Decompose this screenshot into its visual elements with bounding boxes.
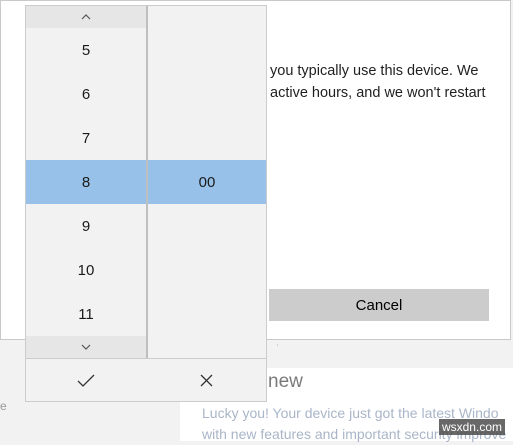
dismiss-button[interactable] bbox=[146, 359, 266, 402]
section-heading: new bbox=[268, 371, 303, 392]
hour-option-7[interactable]: 7 bbox=[26, 116, 146, 160]
hour-option-6[interactable]: 6 bbox=[26, 72, 146, 116]
close-icon bbox=[200, 374, 212, 387]
hour-column[interactable]: 5 6 7 8 9 10 11 bbox=[26, 6, 146, 358]
chevron-down-icon bbox=[81, 344, 91, 350]
hour-option-5[interactable]: 5 bbox=[26, 28, 146, 72]
minute-option-selected[interactable]: 00 bbox=[148, 160, 266, 204]
divider-mark: , bbox=[276, 337, 279, 348]
side-text-fragment: e bbox=[0, 399, 7, 413]
accept-button[interactable] bbox=[26, 359, 146, 402]
time-picker-flyout: 5 6 7 8 9 10 11 00 bbox=[25, 5, 267, 402]
hour-option-9[interactable]: 9 bbox=[26, 204, 146, 248]
minute-column[interactable]: 00 bbox=[148, 6, 266, 358]
description-line-2: active hours, and we won't restart bbox=[270, 85, 486, 101]
watermark: wsxdn.com bbox=[438, 419, 505, 435]
hour-scroll-up-button[interactable] bbox=[26, 6, 146, 28]
hour-scroll-down-button[interactable] bbox=[26, 336, 146, 358]
dialog-description: you typically use this device. We active… bbox=[270, 60, 506, 104]
hour-option-11[interactable]: 11 bbox=[26, 292, 146, 336]
hour-option-10[interactable]: 10 bbox=[26, 248, 146, 292]
cancel-button[interactable]: Cancel bbox=[269, 289, 489, 321]
picker-actions bbox=[26, 358, 266, 402]
hour-option-8-selected[interactable]: 8 bbox=[26, 160, 146, 204]
chevron-up-icon bbox=[81, 14, 91, 20]
description-line-1: you typically use this device. We bbox=[270, 63, 479, 79]
checkmark-icon bbox=[77, 374, 95, 387]
